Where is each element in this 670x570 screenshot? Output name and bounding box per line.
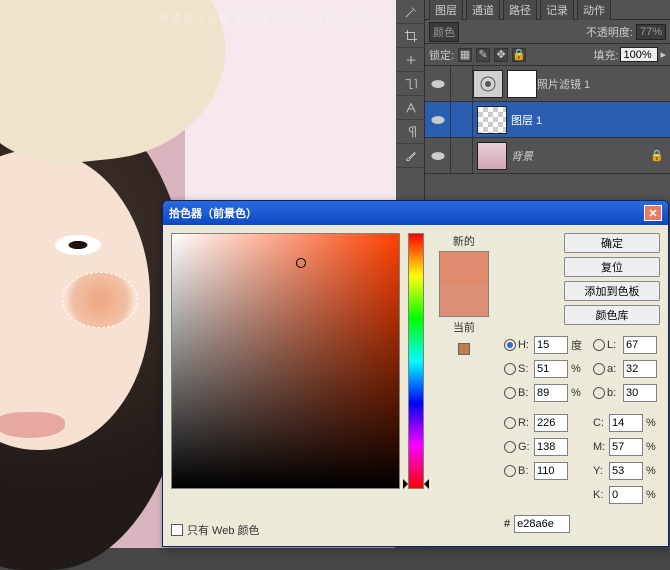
tool-para[interactable] xyxy=(396,120,425,144)
ok-button[interactable]: 确定 xyxy=(564,233,660,253)
fill-caret-icon[interactable]: ▸ xyxy=(660,48,666,61)
l-input[interactable] xyxy=(623,336,657,354)
panel-tabs: 图层 通道 路径 记录 动作 xyxy=(425,0,670,20)
b-input[interactable] xyxy=(534,384,568,402)
radio-lb[interactable] xyxy=(593,387,605,399)
radio-s[interactable] xyxy=(504,363,516,375)
tab-channels[interactable]: 通道 xyxy=(466,0,500,20)
m-input[interactable] xyxy=(609,438,643,456)
s-input[interactable] xyxy=(534,360,568,378)
tool-wand[interactable] xyxy=(396,0,425,24)
visibility-toggle[interactable] xyxy=(425,102,451,137)
mask-thumb xyxy=(507,70,537,98)
tool-brush[interactable] xyxy=(396,144,425,168)
watermark: 思缘设计论坛 WWW.MISSYUAN.COM xyxy=(159,10,377,25)
fill-input[interactable] xyxy=(620,47,658,62)
tab-actions[interactable]: 动作 xyxy=(577,0,611,20)
tool-crop[interactable] xyxy=(396,24,425,48)
dialog-titlebar[interactable]: 拾色器（前景色） ✕ xyxy=(163,201,668,225)
tab-paths[interactable]: 路径 xyxy=(503,0,537,20)
add-swatch-button[interactable]: 添加到色板 xyxy=(564,281,660,301)
radio-bb[interactable] xyxy=(504,465,516,477)
y-input[interactable] xyxy=(609,462,643,480)
websafe-icon[interactable] xyxy=(458,343,470,355)
c-input[interactable] xyxy=(609,414,643,432)
radio-a[interactable] xyxy=(593,363,605,375)
radio-h[interactable] xyxy=(504,339,516,351)
color-swatches xyxy=(439,251,489,317)
radio-l[interactable] xyxy=(593,339,605,351)
visibility-toggle[interactable] xyxy=(425,138,451,173)
opacity-value[interactable]: 77% xyxy=(636,24,666,40)
hue-pointer-icon xyxy=(403,479,429,489)
lock-icon: 🔒 xyxy=(650,149,666,162)
k-input[interactable] xyxy=(609,486,643,504)
opacity-label: 不透明度: xyxy=(586,24,633,40)
h-input[interactable] xyxy=(534,336,568,354)
radio-r[interactable] xyxy=(504,417,516,429)
layer-row[interactable]: 背景 🔒 xyxy=(425,138,670,174)
tool-pan[interactable] xyxy=(396,48,425,72)
g-input[interactable] xyxy=(534,438,568,456)
eye xyxy=(55,235,101,255)
hash-label: # xyxy=(504,518,510,530)
lock-move-icon[interactable]: ✥ xyxy=(494,48,508,62)
web-only-label: 只有 Web 颜色 xyxy=(187,522,260,538)
color-field[interactable] xyxy=(171,233,400,489)
close-icon[interactable]: ✕ xyxy=(644,205,662,221)
lb-input[interactable] xyxy=(623,384,657,402)
current-color-swatch[interactable] xyxy=(440,284,488,316)
tab-layers[interactable]: 图层 xyxy=(429,0,463,20)
layer-name[interactable]: 背景 xyxy=(511,148,650,164)
lock-trans-icon[interactable]: ▦ xyxy=(458,48,472,62)
lock-all-icon[interactable]: 🔒 xyxy=(512,48,526,62)
layer-row[interactable]: 照片滤镜 1 xyxy=(425,66,670,102)
layer-name[interactable]: 图层 1 xyxy=(511,112,666,128)
tool-char[interactable] xyxy=(396,96,425,120)
visibility-toggle[interactable] xyxy=(425,66,451,101)
adjust-thumb xyxy=(473,70,503,98)
layer-name[interactable]: 照片滤镜 1 xyxy=(537,76,666,92)
lock-label: 锁定: xyxy=(429,47,454,63)
layer-row[interactable]: 图层 1 xyxy=(425,102,670,138)
tool-type[interactable] xyxy=(396,72,425,96)
radio-g[interactable] xyxy=(504,441,516,453)
new-label: 新的 xyxy=(453,233,475,249)
tab-history[interactable]: 记录 xyxy=(540,0,574,20)
lock-paint-icon[interactable]: ✎ xyxy=(476,48,490,62)
r-input[interactable] xyxy=(534,414,568,432)
color-lib-button[interactable]: 颜色库 xyxy=(564,305,660,325)
layer-thumb xyxy=(477,142,507,170)
radio-b[interactable] xyxy=(504,387,516,399)
blend-mode-select[interactable]: 颜色 xyxy=(429,22,459,42)
hue-slider[interactable] xyxy=(408,233,424,489)
fill-label: 填充: xyxy=(593,47,618,63)
new-color-swatch xyxy=(440,252,488,284)
hex-input[interactable] xyxy=(514,515,570,533)
layer-thumb xyxy=(477,106,507,134)
current-label: 当前 xyxy=(453,319,475,335)
field-cursor-icon xyxy=(296,258,306,268)
selection-blush[interactable] xyxy=(62,272,138,328)
web-only-checkbox[interactable] xyxy=(171,524,183,536)
color-picker-dialog: 拾色器（前景色） ✕ 新的 当前 确定 复位 添加到色板 颜色库 H:度 S:%… xyxy=(162,200,669,547)
cancel-button[interactable]: 复位 xyxy=(564,257,660,277)
a-input[interactable] xyxy=(623,360,657,378)
dialog-title: 拾色器（前景色） xyxy=(169,205,257,221)
bb-input[interactable] xyxy=(534,462,568,480)
